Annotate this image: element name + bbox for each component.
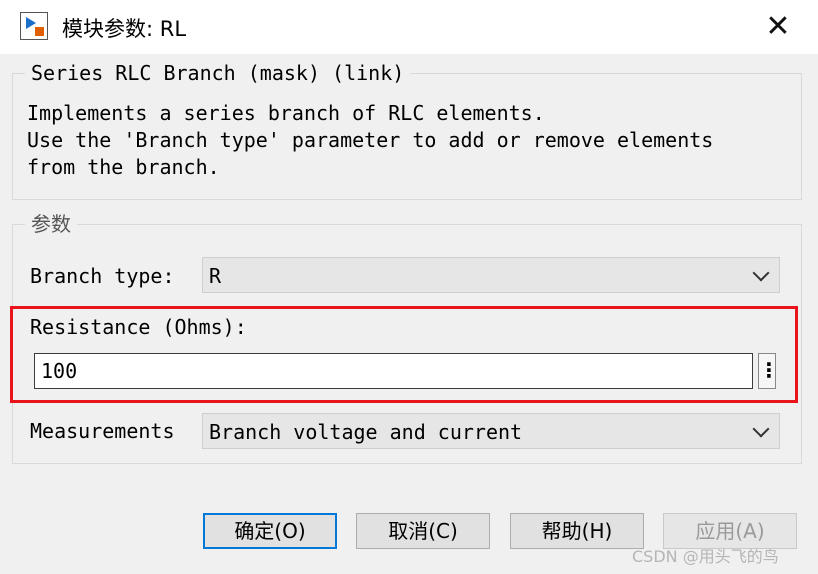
- measurements-label: Measurements: [30, 419, 175, 443]
- window-title: 模块参数: RL: [62, 17, 187, 41]
- resistance-label: Resistance (Ohms):: [30, 315, 247, 339]
- description-legend: Series RLC Branch (mask) (link): [25, 62, 411, 84]
- resistance-input[interactable]: [35, 355, 747, 387]
- measurements-dropdown[interactable]: Branch voltage and current: [202, 413, 780, 449]
- resistance-field-wrapper: [34, 353, 753, 389]
- branch-type-dropdown[interactable]: R: [202, 257, 780, 293]
- ok-button[interactable]: 确定(O): [203, 513, 337, 549]
- cancel-button[interactable]: 取消(C): [356, 513, 490, 549]
- simulink-block-icon: [20, 12, 48, 40]
- watermark-text: CSDN @用头飞的鸟: [632, 547, 779, 566]
- measurements-value: Branch voltage and current: [209, 420, 523, 444]
- chevron-down-icon: [752, 264, 770, 282]
- description-group: Series RLC Branch (mask) (link) Implemen…: [12, 62, 802, 200]
- branch-type-label: Branch type:: [30, 264, 175, 288]
- help-button[interactable]: 帮助(H): [510, 513, 644, 549]
- chevron-down-icon: [752, 420, 770, 438]
- close-button[interactable]: ✕: [758, 8, 798, 46]
- parameters-legend: 参数: [25, 213, 77, 235]
- title-bar: 模块参数: RL ✕: [0, 0, 818, 54]
- description-text: Implements a series branch of RLC elemen…: [27, 101, 714, 179]
- branch-type-value: R: [209, 264, 222, 288]
- resistance-more-options-button[interactable]: ⋮: [758, 353, 779, 389]
